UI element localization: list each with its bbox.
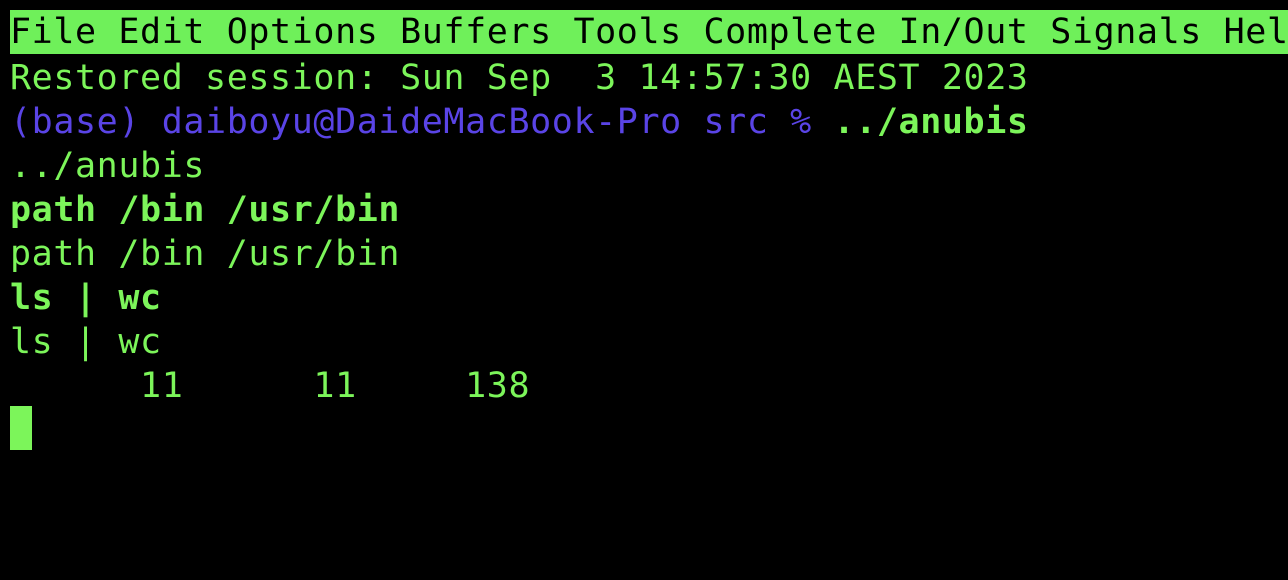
menu-signals[interactable]: Signals bbox=[1050, 12, 1202, 52]
wc-output-line: 11 11 138 bbox=[10, 366, 531, 406]
prompt-command: ../anubis bbox=[833, 102, 1029, 142]
menu-file[interactable]: File bbox=[10, 12, 97, 52]
menu-help[interactable]: Help bbox=[1224, 12, 1288, 52]
prompt-line: (base) daiboyu@DaideMacBook-Pro src % ..… bbox=[10, 100, 1029, 144]
shell-prompt: (base) daiboyu@DaideMacBook-Pro src % bbox=[10, 102, 834, 142]
text-cursor bbox=[10, 406, 32, 450]
menu-options[interactable]: Options bbox=[227, 12, 379, 52]
output-line-input: path /bin /usr/bin bbox=[10, 190, 401, 230]
output-line: path /bin /usr/bin bbox=[10, 234, 401, 274]
menu-complete[interactable]: Complete bbox=[704, 12, 877, 52]
output-line: ls | wc bbox=[10, 322, 162, 362]
menu-in-out[interactable]: In/Out bbox=[899, 12, 1029, 52]
terminal-window[interactable]: File Edit Options Buffers Tools Complete… bbox=[0, 0, 1288, 580]
session-restored-line: Restored session: Sun Sep 3 14:57:30 AES… bbox=[10, 58, 1029, 98]
menu-tools[interactable]: Tools bbox=[573, 12, 681, 52]
menu-buffers[interactable]: Buffers bbox=[400, 12, 552, 52]
menu-bar: File Edit Options Buffers Tools Complete… bbox=[10, 10, 1288, 54]
output-line-input: ls | wc bbox=[10, 278, 162, 318]
output-line: ../anubis bbox=[10, 146, 206, 186]
menu-edit[interactable]: Edit bbox=[118, 12, 205, 52]
